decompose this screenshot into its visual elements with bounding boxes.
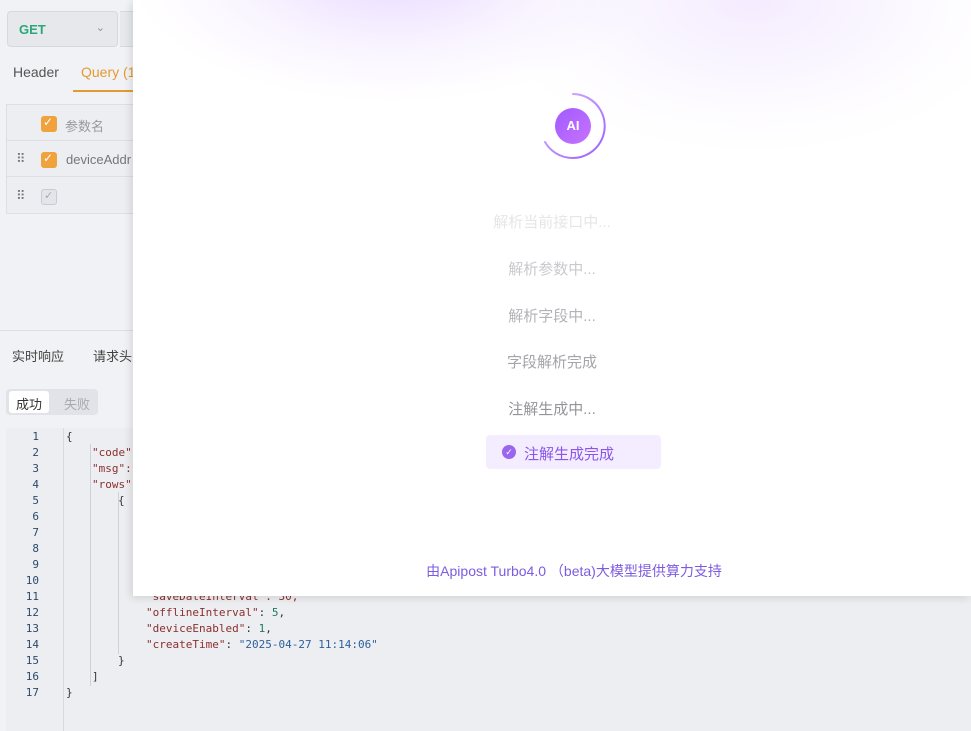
status-segment: 成功 失败 — [6, 389, 98, 415]
json-key: "createTime" — [146, 638, 226, 651]
line-number: 5 — [32, 494, 39, 507]
table-header-row: 参数名 — [7, 105, 141, 141]
tab-realtime-response[interactable]: 实时响应 — [12, 346, 64, 365]
line-number: 3 — [32, 462, 39, 475]
params-table: 参数名 ⠿ deviceAddr ⠿ — [6, 104, 141, 214]
code-line: "code" — [92, 446, 132, 459]
method-label: GET — [19, 22, 46, 37]
json-value: "2025-04-27 11:14:06" — [238, 638, 378, 651]
line-number: 17 — [25, 686, 39, 699]
drag-handle-icon[interactable]: ⠿ — [16, 188, 25, 204]
line-number: 15 — [25, 654, 39, 667]
generation-complete-label: 注解生成完成 — [524, 446, 615, 463]
code-line: "rows" — [92, 478, 132, 491]
segment-success[interactable]: 成功 — [9, 391, 50, 413]
line-number: 8 — [32, 542, 39, 555]
ai-badge-icon: AI — [555, 108, 591, 144]
check-circle-icon: ✓ — [502, 445, 516, 459]
line-number: 2 — [32, 446, 39, 459]
json-key: "deviceEnabled" — [146, 622, 246, 635]
row-checkbox[interactable] — [41, 189, 57, 205]
table-row: ⠿ — [7, 178, 141, 214]
line-number: 4 — [32, 478, 39, 491]
table-row: ⠿ deviceAddr — [7, 141, 141, 177]
indent-guide — [90, 444, 91, 686]
code-line: "msg": — [92, 462, 132, 475]
code-line: { — [66, 430, 73, 443]
line-number: 16 — [25, 670, 39, 683]
param-name-header: 参数名 — [65, 119, 105, 134]
line-number: 10 — [25, 574, 39, 587]
json-value: 5 — [271, 606, 279, 619]
response-tabs: 实时响应 请求头 — [0, 330, 140, 376]
step-parse-fields: 解析字段中... — [508, 308, 596, 325]
step-fields-done: 字段解析完成 — [506, 354, 597, 371]
segment-fail[interactable]: 失败 — [64, 394, 90, 413]
json-value: 1 — [258, 622, 266, 635]
code-line: } — [118, 654, 125, 667]
code-line: } — [66, 686, 73, 699]
ai-generation-panel: AI 解析当前接口中... 解析参数中... 解析字段中... 字段解析完成 注… — [133, 0, 971, 596]
indent-guide — [118, 492, 119, 654]
line-number: 6 — [32, 510, 39, 523]
chevron-down-icon: ⌄ — [95, 22, 105, 34]
step-parse-params: 解析参数中... — [508, 261, 596, 278]
line-number: 9 — [32, 558, 39, 571]
row-checkbox[interactable] — [41, 151, 57, 168]
line-number: 13 — [25, 622, 39, 635]
generation-complete-status: ✓ 注解生成完成 — [486, 435, 661, 469]
line-number: 7 — [32, 526, 39, 539]
line-number: 12 — [25, 606, 39, 619]
tab-header[interactable]: Header — [13, 64, 59, 80]
method-select[interactable]: GET ⌄ — [7, 11, 118, 47]
code-line: "createTime": "2025-04-27 11:14:06" — [146, 638, 378, 651]
powered-by-footer: 由Apipost Turbo4.0 （beta)大模型提供算力支持 — [426, 563, 722, 579]
step-generating: 注解生成中... — [508, 401, 596, 418]
select-all-checkbox[interactable] — [41, 115, 57, 132]
drag-handle-icon[interactable]: ⠿ — [16, 151, 25, 167]
line-number: 14 — [25, 638, 39, 651]
line-number: 1 — [32, 430, 39, 443]
code-line: "deviceEnabled": 1, — [146, 622, 272, 635]
tab-underline — [73, 90, 135, 92]
tab-request-headers[interactable]: 请求头 — [93, 346, 132, 365]
ai-spinner: AI — [539, 92, 607, 160]
line-number: 11 — [25, 590, 39, 603]
code-line: { — [118, 494, 125, 507]
code-line: ] — [92, 670, 99, 683]
step-parse-interface: 解析当前接口中... — [493, 214, 611, 231]
param-name[interactable]: deviceAddr — [66, 152, 131, 167]
code-line: "offlineInterval": 5, — [146, 606, 286, 619]
line-gutter: 1 2 3 4 5 6 7 8 9 10 11 12 13 14 15 16 1… — [6, 428, 64, 731]
json-key: "offlineInterval" — [146, 606, 259, 619]
request-tabs: Header Query (1 — [0, 56, 140, 92]
tab-query[interactable]: Query (1 — [81, 64, 135, 80]
